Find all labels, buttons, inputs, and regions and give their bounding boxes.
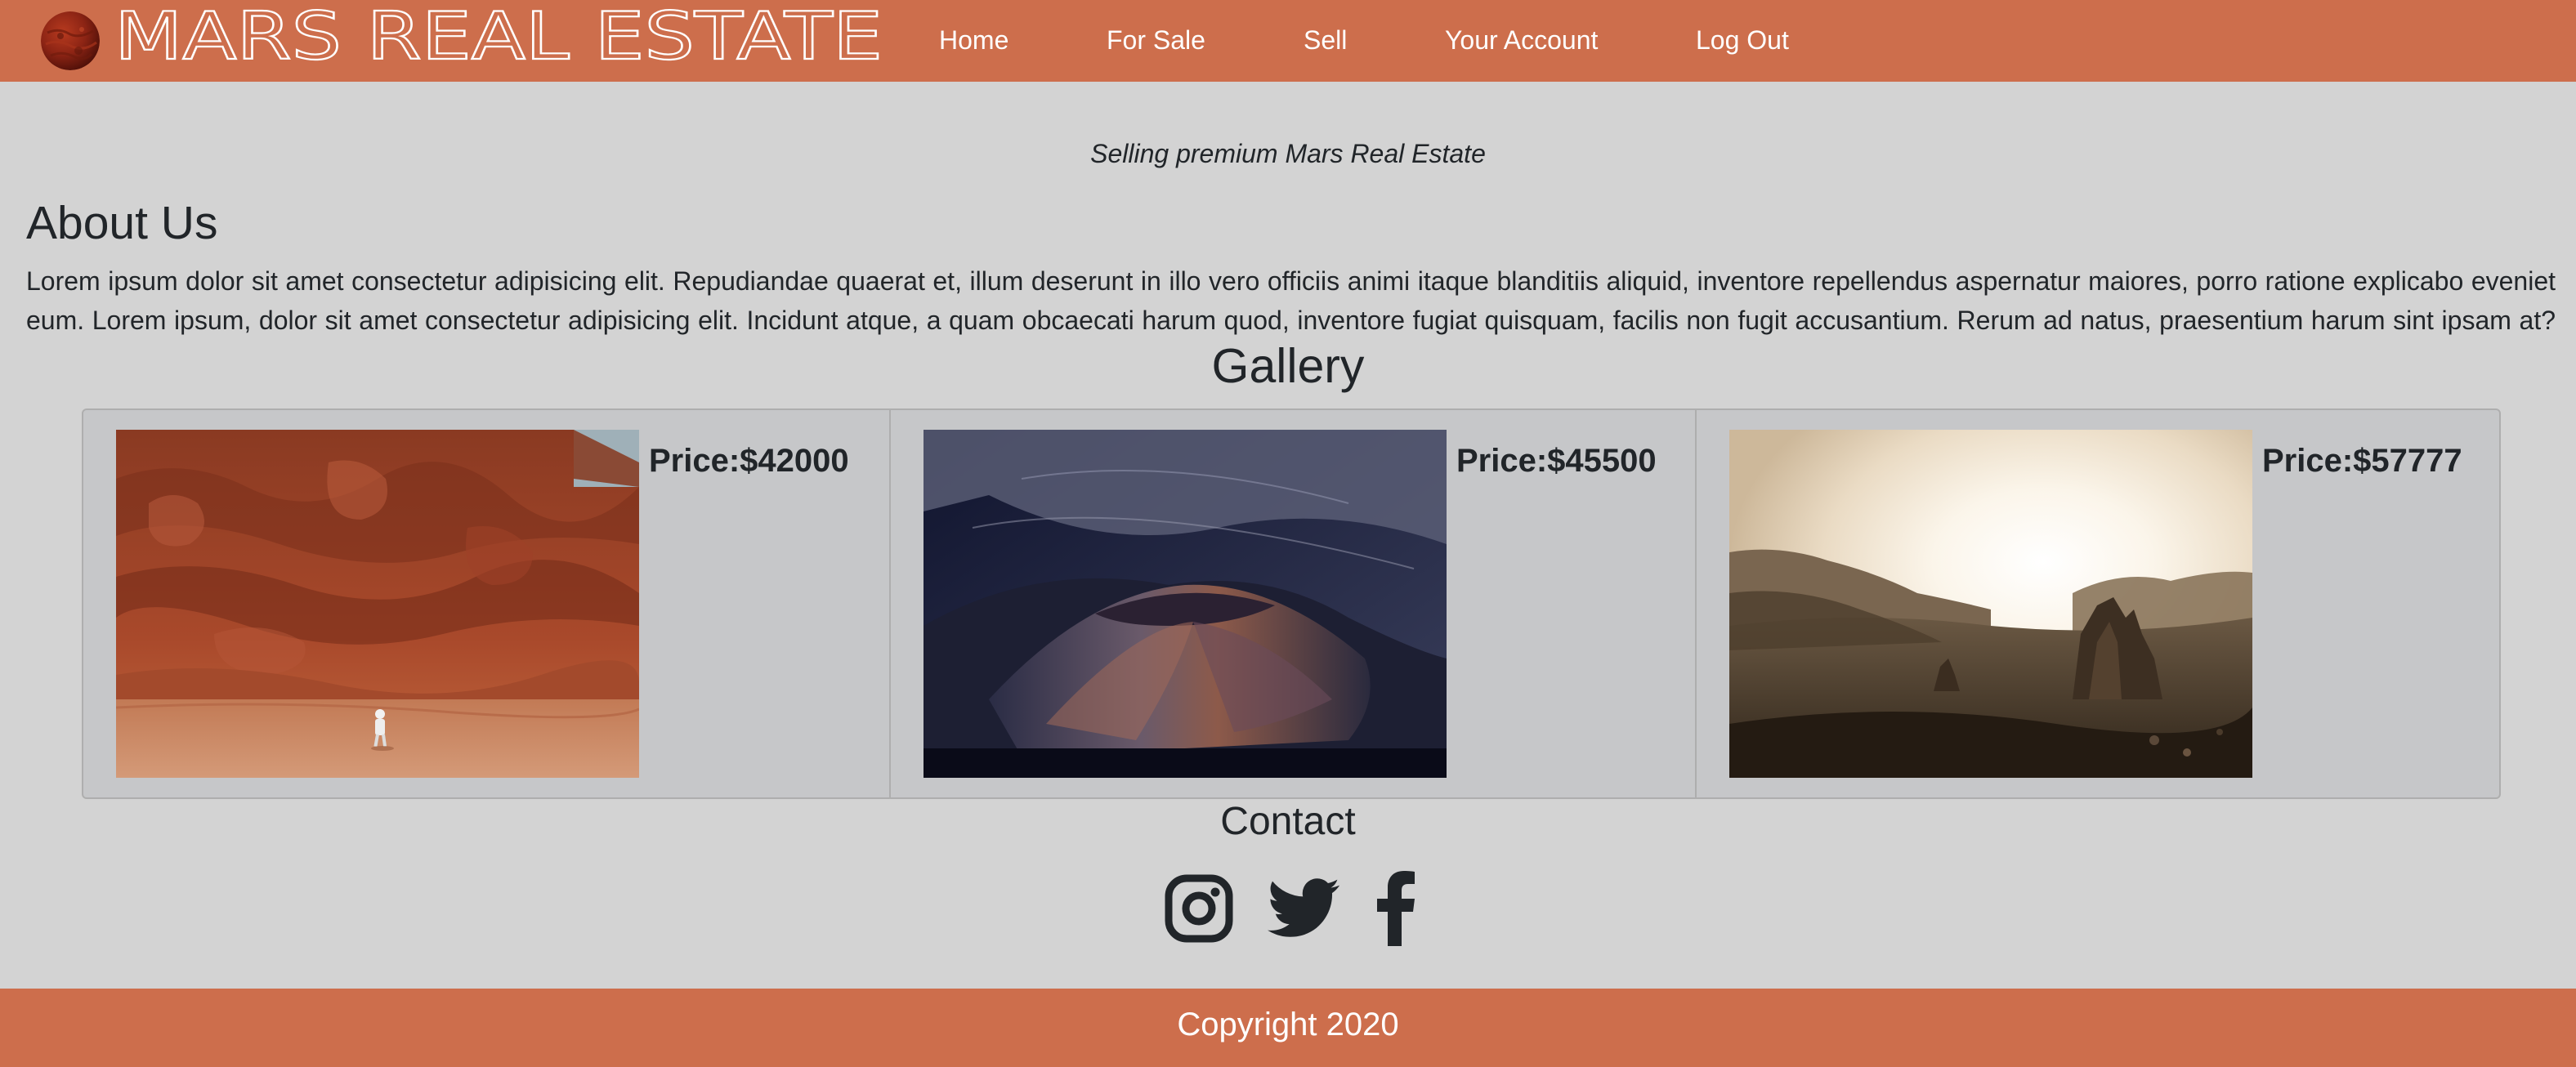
tagline: Selling premium Mars Real Estate (1090, 139, 1486, 168)
gallery-item: Price:$42000 (83, 410, 891, 797)
contact-heading: Contact (1220, 800, 1356, 843)
navbar: MARS REAL ESTATE Home For Sale Sell Your… (0, 0, 2576, 82)
nav-for-sale[interactable]: For Sale (1107, 0, 1205, 82)
gallery-photo-sunrise-terrain[interactable] (1729, 430, 2252, 778)
footer: Copyright 2020 (0, 989, 2576, 1067)
gallery-card: Price:$42000 Price:$45500 Price:$57777 (82, 408, 2501, 799)
gallery-item: Price:$45500 (889, 410, 1697, 797)
about-text: Lorem ipsum dolor sit amet consectetur a… (26, 261, 2556, 340)
nav-log-out[interactable]: Log Out (1696, 0, 1789, 82)
gallery-item: Price:$57777 (1695, 410, 2499, 797)
main-nav: Home For Sale Sell Your Account Log Out (0, 0, 2576, 82)
gallery-price: Price:$45500 (1456, 443, 1657, 479)
nav-sell[interactable]: Sell (1304, 0, 1347, 82)
gallery-photo-red-canyon[interactable] (116, 430, 639, 778)
about-text-line: eum. Lorem ipsum, dolor sit amet consect… (26, 306, 2556, 335)
gallery-price: Price:$57777 (2262, 443, 2462, 479)
facebook-icon[interactable] (1376, 869, 1415, 946)
nav-your-account[interactable]: Your Account (1445, 0, 1598, 82)
gallery-price: Price:$42000 (649, 443, 849, 479)
instagram-icon[interactable] (1165, 869, 1233, 946)
gallery-photo-volcanic-slope[interactable] (924, 430, 1447, 778)
gallery-heading: Gallery (1211, 339, 1365, 393)
about-heading: About Us (26, 197, 218, 249)
twitter-icon[interactable] (1268, 869, 1339, 946)
nav-home[interactable]: Home (939, 0, 1008, 82)
about-text-line: Lorem ipsum dolor sit amet consectetur a… (26, 266, 2556, 296)
copyright-text: Copyright 2020 (1177, 1007, 1399, 1042)
